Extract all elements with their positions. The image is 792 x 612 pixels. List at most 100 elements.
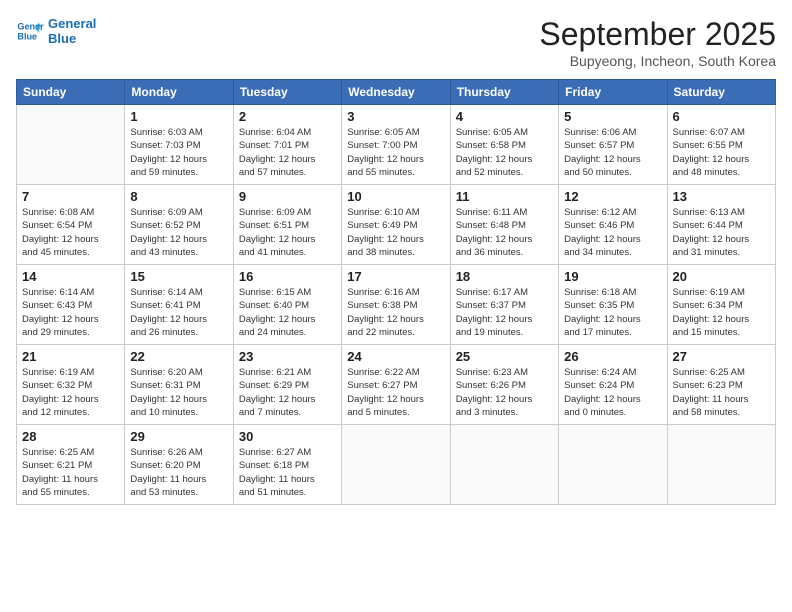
day-info: Sunrise: 6:16 AM Sunset: 6:38 PM Dayligh… [347,286,444,339]
calendar-cell: 12 Sunrise: 6:12 AM Sunset: 6:46 PM Dayli… [559,185,667,265]
day-number: 20 [673,269,770,284]
calendar-cell: 29 Sunrise: 6:26 AM Sunset: 6:20 PM Dayli… [125,425,233,505]
day-number: 18 [456,269,553,284]
day-number: 23 [239,349,336,364]
week-row-1: 1 Sunrise: 6:03 AM Sunset: 7:03 PM Daylig… [17,105,776,185]
day-info: Sunrise: 6:10 AM Sunset: 6:49 PM Dayligh… [347,206,444,259]
calendar-cell [450,425,558,505]
day-number: 28 [22,429,119,444]
calendar-cell: 17 Sunrise: 6:16 AM Sunset: 6:38 PM Dayli… [342,265,450,345]
calendar-cell: 7Sunrise: 6:08 AM Sunset: 6:54 PM Daylig… [17,185,125,265]
day-info: Sunrise: 6:05 AM Sunset: 6:58 PM Dayligh… [456,126,553,179]
day-number: 2 [239,109,336,124]
calendar-cell: 11 Sunrise: 6:11 AM Sunset: 6:48 PM Dayli… [450,185,558,265]
week-row-5: 28 Sunrise: 6:25 AM Sunset: 6:21 PM Dayli… [17,425,776,505]
sub-title: Bupyeong, Incheon, South Korea [539,53,776,69]
logo-text: GeneralBlue [48,16,96,46]
day-info: Sunrise: 6:04 AM Sunset: 7:01 PM Dayligh… [239,126,336,179]
weekday-header-thursday: Thursday [450,80,558,105]
day-number: 27 [673,349,770,364]
weekday-header-saturday: Saturday [667,80,775,105]
day-info: Sunrise: 6:09 AM Sunset: 6:52 PM Dayligh… [130,206,227,259]
calendar-cell: 14 Sunrise: 6:14 AM Sunset: 6:43 PM Dayli… [17,265,125,345]
calendar-cell: 20 Sunrise: 6:19 AM Sunset: 6:34 PM Dayli… [667,265,775,345]
week-row-3: 14 Sunrise: 6:14 AM Sunset: 6:43 PM Dayli… [17,265,776,345]
day-number: 25 [456,349,553,364]
calendar-cell: 21 Sunrise: 6:19 AM Sunset: 6:32 PM Dayli… [17,345,125,425]
day-info: Sunrise: 6:13 AM Sunset: 6:44 PM Dayligh… [673,206,770,259]
calendar: SundayMondayTuesdayWednesdayThursdayFrid… [16,79,776,505]
calendar-cell: 15 Sunrise: 6:14 AM Sunset: 6:41 PM Dayli… [125,265,233,345]
calendar-cell: 19Sunrise: 6:18 AM Sunset: 6:35 PM Dayli… [559,265,667,345]
calendar-cell: 6 Sunrise: 6:07 AM Sunset: 6:55 PM Daylig… [667,105,775,185]
day-info: Sunrise: 6:19 AM Sunset: 6:34 PM Dayligh… [673,286,770,339]
calendar-cell: 5Sunrise: 6:06 AM Sunset: 6:57 PM Daylig… [559,105,667,185]
day-number: 22 [130,349,227,364]
calendar-cell: 3Sunrise: 6:05 AM Sunset: 7:00 PM Daylig… [342,105,450,185]
day-number: 6 [673,109,770,124]
day-info: Sunrise: 6:20 AM Sunset: 6:31 PM Dayligh… [130,366,227,419]
day-number: 3 [347,109,444,124]
calendar-cell: 23 Sunrise: 6:21 AM Sunset: 6:29 PM Dayli… [233,345,341,425]
day-number: 13 [673,189,770,204]
calendar-cell [559,425,667,505]
calendar-cell: 13 Sunrise: 6:13 AM Sunset: 6:44 PM Dayli… [667,185,775,265]
day-info: Sunrise: 6:18 AM Sunset: 6:35 PM Dayligh… [564,286,661,339]
calendar-cell: 2 Sunrise: 6:04 AM Sunset: 7:01 PM Daylig… [233,105,341,185]
day-number: 11 [456,189,553,204]
day-info: Sunrise: 6:11 AM Sunset: 6:48 PM Dayligh… [456,206,553,259]
day-info: Sunrise: 6:12 AM Sunset: 6:46 PM Dayligh… [564,206,661,259]
main-title: September 2025 [539,16,776,53]
calendar-cell: 25 Sunrise: 6:23 AM Sunset: 6:26 PM Dayli… [450,345,558,425]
calendar-cell: 4 Sunrise: 6:05 AM Sunset: 6:58 PM Daylig… [450,105,558,185]
day-number: 17 [347,269,444,284]
day-info: Sunrise: 6:22 AM Sunset: 6:27 PM Dayligh… [347,366,444,419]
day-number: 15 [130,269,227,284]
day-info: Sunrise: 6:27 AM Sunset: 6:18 PM Dayligh… [239,446,336,499]
day-number: 1 [130,109,227,124]
day-info: Sunrise: 6:07 AM Sunset: 6:55 PM Dayligh… [673,126,770,179]
day-number: 14 [22,269,119,284]
day-info: Sunrise: 6:19 AM Sunset: 6:32 PM Dayligh… [22,366,119,419]
day-number: 9 [239,189,336,204]
day-info: Sunrise: 6:03 AM Sunset: 7:03 PM Dayligh… [130,126,227,179]
day-number: 16 [239,269,336,284]
week-row-2: 7Sunrise: 6:08 AM Sunset: 6:54 PM Daylig… [17,185,776,265]
weekday-header-wednesday: Wednesday [342,80,450,105]
day-number: 12 [564,189,661,204]
day-info: Sunrise: 6:24 AM Sunset: 6:24 PM Dayligh… [564,366,661,419]
svg-text:Blue: Blue [17,31,37,41]
day-number: 29 [130,429,227,444]
day-number: 26 [564,349,661,364]
logo-icon: General Blue [16,17,44,45]
weekday-header-tuesday: Tuesday [233,80,341,105]
calendar-cell: 16Sunrise: 6:15 AM Sunset: 6:40 PM Dayli… [233,265,341,345]
day-info: Sunrise: 6:14 AM Sunset: 6:41 PM Dayligh… [130,286,227,339]
day-info: Sunrise: 6:21 AM Sunset: 6:29 PM Dayligh… [239,366,336,419]
week-row-4: 21 Sunrise: 6:19 AM Sunset: 6:32 PM Dayli… [17,345,776,425]
calendar-cell [342,425,450,505]
day-number: 21 [22,349,119,364]
weekday-header-friday: Friday [559,80,667,105]
day-info: Sunrise: 6:23 AM Sunset: 6:26 PM Dayligh… [456,366,553,419]
calendar-cell [17,105,125,185]
day-info: Sunrise: 6:25 AM Sunset: 6:21 PM Dayligh… [22,446,119,499]
title-area: September 2025 Bupyeong, Incheon, South … [539,16,776,69]
calendar-cell: 22 Sunrise: 6:20 AM Sunset: 6:31 PM Dayli… [125,345,233,425]
day-number: 10 [347,189,444,204]
weekday-header-monday: Monday [125,80,233,105]
day-info: Sunrise: 6:25 AM Sunset: 6:23 PM Dayligh… [673,366,770,419]
calendar-cell: 10 Sunrise: 6:10 AM Sunset: 6:49 PM Dayli… [342,185,450,265]
day-info: Sunrise: 6:09 AM Sunset: 6:51 PM Dayligh… [239,206,336,259]
day-number: 8 [130,189,227,204]
logo: General Blue GeneralBlue [16,16,96,46]
day-info: Sunrise: 6:08 AM Sunset: 6:54 PM Dayligh… [22,206,119,259]
weekday-header-sunday: Sunday [17,80,125,105]
day-info: Sunrise: 6:14 AM Sunset: 6:43 PM Dayligh… [22,286,119,339]
svg-text:General: General [17,22,44,32]
calendar-cell: 26 Sunrise: 6:24 AM Sunset: 6:24 PM Dayli… [559,345,667,425]
calendar-cell: 18Sunrise: 6:17 AM Sunset: 6:37 PM Dayli… [450,265,558,345]
day-number: 4 [456,109,553,124]
day-info: Sunrise: 6:26 AM Sunset: 6:20 PM Dayligh… [130,446,227,499]
day-number: 30 [239,429,336,444]
